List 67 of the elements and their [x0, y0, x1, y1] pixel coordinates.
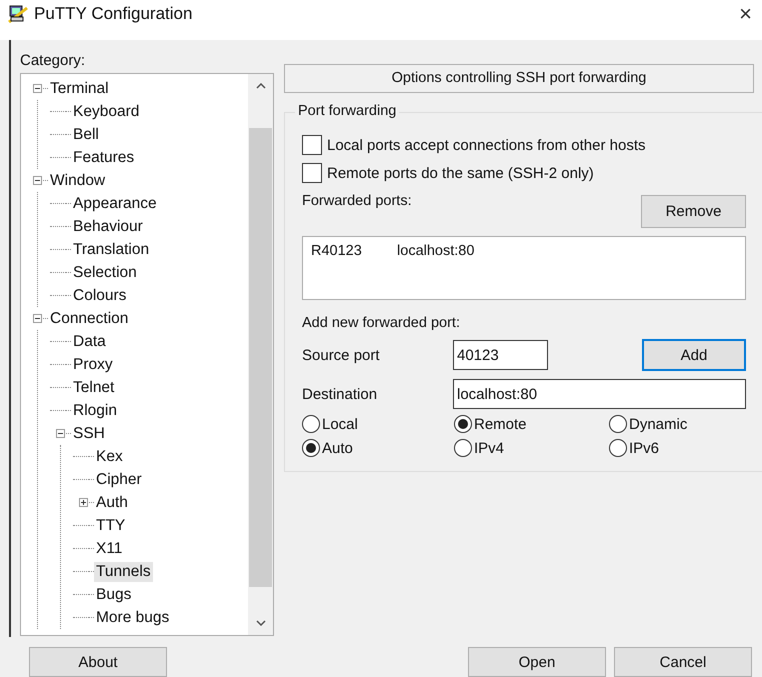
tree-item[interactable]: Bugs [94, 584, 134, 604]
tree-item[interactable]: TTY [94, 516, 128, 536]
radio-button[interactable] [609, 415, 627, 433]
radio-label: IPv6 [629, 440, 660, 456]
tree-item[interactable]: Kex [94, 446, 125, 466]
radio-button[interactable] [302, 439, 320, 457]
scrollbar[interactable] [248, 74, 273, 635]
close-button[interactable]: × [729, 1, 762, 27]
tree-item[interactable]: Features [71, 148, 136, 168]
tree-item[interactable]: SSH [71, 424, 107, 444]
source-port-field[interactable]: 40123 [453, 340, 548, 370]
tree-item[interactable]: Appearance [71, 194, 159, 214]
collapse-icon[interactable] [32, 313, 43, 324]
radio-label: IPv4 [474, 440, 504, 456]
tree-item[interactable]: Behaviour [71, 216, 145, 236]
source-port-label: Source port [302, 346, 381, 364]
radio-label: Remote [474, 416, 527, 432]
checkbox-label: Remote ports do the same (SSH-2 only) [327, 164, 594, 182]
open-button[interactable]: Open [468, 647, 606, 677]
group-title: Port forwarding [295, 103, 400, 119]
tree-item[interactable]: Window [48, 170, 108, 190]
tree-item[interactable]: Translation [71, 240, 152, 260]
radio-label: Dynamic [629, 416, 688, 432]
about-button[interactable]: About [29, 647, 167, 677]
destination-field[interactable]: localhost:80 [453, 379, 746, 409]
radio-button[interactable] [609, 439, 627, 457]
collapse-icon[interactable] [55, 428, 66, 439]
tree-item[interactable]: Connection [48, 308, 130, 328]
collapse-icon[interactable] [32, 83, 43, 94]
port-destination[interactable]: localhost:80 [397, 243, 474, 259]
tree-item[interactable]: Terminal [48, 78, 111, 98]
add-port-label: Add new forwarded port: [302, 315, 461, 331]
collapse-icon[interactable] [32, 175, 43, 186]
forwarded-ports-label: Forwarded ports: [302, 193, 412, 209]
add-button[interactable]: Add [642, 339, 746, 371]
tree-item[interactable]: Rlogin [71, 400, 119, 420]
tree-item[interactable]: Selection [71, 262, 139, 282]
tree-item[interactable]: Colours [71, 286, 128, 306]
destination-label: Destination [302, 386, 378, 402]
checkbox[interactable] [302, 163, 322, 183]
checkbox-label: Local ports accept connections from other hosts [327, 136, 646, 154]
category-label: Category: [20, 52, 86, 69]
radio-button[interactable] [454, 415, 472, 433]
tree-item[interactable]: Telnet [71, 378, 116, 398]
window-title: PuTTY Configuration [34, 4, 192, 24]
tree-item[interactable]: Tunnels [94, 562, 153, 582]
tree-item[interactable]: Data [71, 332, 108, 352]
radio-button[interactable] [302, 415, 320, 433]
tree-item[interactable]: Auth [94, 492, 130, 512]
port-source[interactable]: R40123 [311, 243, 393, 259]
tree-item[interactable]: Cipher [94, 470, 144, 490]
tree-item[interactable]: X11 [94, 538, 124, 558]
radio-label: Auto [322, 440, 353, 456]
tree-item[interactable]: Bell [71, 124, 101, 144]
tree-item[interactable]: More bugs [94, 608, 172, 628]
remove-button[interactable]: Remove [641, 195, 746, 228]
cancel-button[interactable]: Cancel [614, 647, 752, 677]
tree-item[interactable]: Proxy [71, 354, 115, 374]
scroll-up-icon[interactable] [256, 83, 266, 89]
scroll-down-icon[interactable] [256, 620, 266, 626]
checkbox[interactable] [302, 135, 322, 155]
computer-icon [8, 5, 28, 23]
radio-button[interactable] [454, 439, 472, 457]
expand-icon[interactable] [78, 497, 89, 508]
radio-label: Local [322, 416, 358, 432]
panel-header: Options controlling SSH port forwarding [284, 64, 754, 93]
tree-item[interactable]: Keyboard [71, 102, 142, 122]
